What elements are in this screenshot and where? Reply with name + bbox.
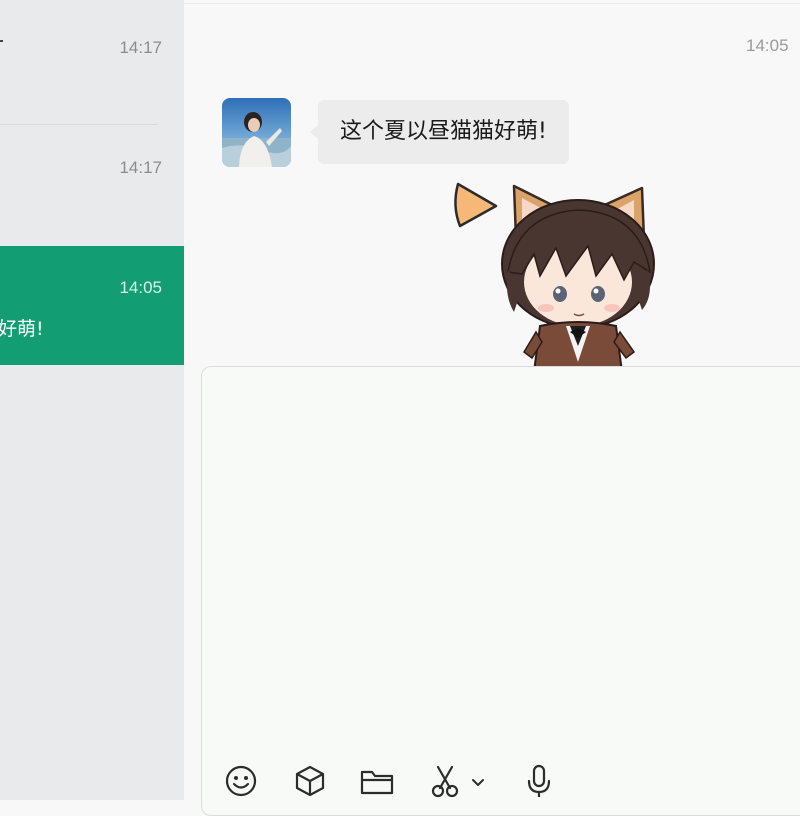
divider — [184, 3, 800, 4]
message-text: 这个夏以昼猫猫好萌! — [340, 119, 547, 144]
sticker-box-button[interactable] — [293, 764, 327, 798]
sticker-box-icon — [295, 765, 325, 797]
conversation-time: 14:17 — [119, 158, 162, 177]
conversation-preview: 好萌! — [0, 318, 44, 340]
conversation-list: 14:17 14:17 14:05 好萌! — [0, 0, 184, 800]
scissors-icon — [431, 765, 459, 798]
conversation-item[interactable]: 14:17 — [0, 125, 184, 246]
screenshot-button[interactable] — [428, 764, 462, 798]
conversation-time: 14:17 — [119, 38, 162, 57]
voice-button[interactable] — [524, 764, 554, 798]
chevron-down-icon — [472, 779, 484, 786]
conversation-item-selected[interactable]: 14:05 好萌! — [0, 246, 184, 365]
microphone-icon — [527, 764, 551, 797]
emoji-icon — [225, 765, 257, 797]
truncated-text-fragment — [0, 40, 3, 42]
emoji-button[interactable] — [224, 764, 258, 798]
message-timestamp: 14:05 — [746, 36, 789, 55]
avatar[interactable] — [222, 98, 291, 167]
conversation-time: 14:05 — [119, 278, 162, 297]
file-button[interactable] — [359, 764, 395, 798]
message-input-area[interactable] — [201, 366, 800, 816]
screenshot-options-dropdown[interactable] — [470, 764, 486, 798]
conversation-item[interactable]: 14:17 — [0, 0, 184, 125]
message-bubble[interactable]: 这个夏以昼猫猫好萌! — [318, 100, 569, 164]
folder-icon — [360, 770, 394, 795]
